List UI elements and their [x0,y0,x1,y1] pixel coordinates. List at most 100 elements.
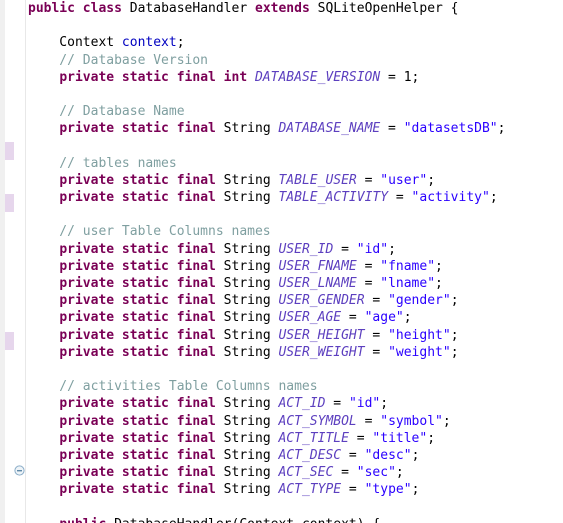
change-marker-user-columns[interactable] [5,194,14,212]
code-token-pln [28,448,59,463]
code-token-pln: = [356,172,381,188]
code-editor[interactable]: public class DatabaseHandler extends SQL… [0,0,563,523]
code-token-pln [28,431,59,446]
code-token-pln: ; [388,241,396,257]
code-token-pln: ; [427,172,436,188]
code-line[interactable]: // Database Version [28,52,563,69]
code-token-cst: ACT_ID [278,396,326,412]
code-token-pln: ; [411,482,420,498]
code-line[interactable]: private static final String USER_LNAME =… [28,275,563,292]
code-line[interactable]: // user Table Columns names [28,223,563,240]
code-token-cmt: // Database Version [28,52,209,68]
change-marker-activities-columns[interactable] [5,332,14,350]
code-line[interactable]: private static final int DATABASE_VERSIO… [28,69,563,86]
code-token-cst: USER_LNAME [278,276,357,291]
code-token-cmt: // user Table Columns names [28,224,271,240]
code-token-pln [28,396,59,411]
code-token-str: "symbol" [380,413,443,429]
code-line[interactable] [28,498,563,515]
change-marker-tables-names[interactable] [5,142,14,160]
code-token-cst: DATABASE_NAME [278,121,381,137]
code-token-pln [28,517,59,523]
minus-circle-icon[interactable] [14,461,25,476]
code-line[interactable]: private static final String USER_FNAME =… [28,258,563,275]
code-line[interactable]: private static final String USER_HEIGHT … [28,327,563,344]
code-token-kw: private static final [59,276,216,291]
code-line[interactable]: Context context; [28,34,563,51]
code-line[interactable]: public class DatabaseHandler extends SQL… [28,0,563,17]
code-token-str: "height" [388,327,451,343]
code-token-cmt: // Database Name [28,104,185,120]
code-token-pln [28,121,59,136]
code-token-pln: ; [497,121,506,137]
code-token-pln [28,345,59,360]
code-line[interactable]: private static final String ACT_SYMBOL =… [28,413,563,430]
code-line[interactable]: private static final String ACT_DESC = "… [28,447,563,464]
code-token-pln: ; [427,430,436,446]
code-token-pln: String [215,430,279,446]
code-token-pln: String [215,344,279,360]
code-line[interactable]: private static final String TABLE_ACTIVI… [28,189,563,206]
code-token-pln [28,328,59,343]
code-line[interactable]: public DatabaseHandler(Context context) … [28,516,563,523]
code-line[interactable]: private static final String ACT_TYPE = "… [28,481,563,498]
gutter-annotation-strip [0,0,5,523]
code-line[interactable]: private static final String USER_WEIGHT … [28,344,563,361]
code-token-pln: = [341,447,365,463]
code-line[interactable]: private static final String USER_AGE = "… [28,309,563,326]
code-token-pln [28,173,59,188]
code-token-cst: USER_AGE [278,310,342,326]
code-token-pln [75,1,83,16]
code-line[interactable] [28,17,563,34]
code-line[interactable] [28,138,563,155]
code-token-pln: = [356,258,381,274]
code-text-area[interactable]: public class DatabaseHandler extends SQL… [28,0,563,523]
code-line[interactable]: private static final String DATABASE_NAM… [28,120,563,137]
code-token-pln: String [215,465,279,481]
code-line[interactable]: // tables names [28,155,563,172]
code-line[interactable] [28,206,563,223]
code-token-pln: = [341,310,365,326]
code-token-cst: TABLE_ACTIVITY [278,190,389,206]
code-token-pln [28,242,59,257]
code-line[interactable]: private static final String USER_ID = "i… [28,241,563,258]
code-line[interactable]: // Database Name [28,103,563,120]
code-token-kw: private static final [59,482,216,498]
code-line[interactable]: private static final String ACT_ID = "id… [28,395,563,412]
code-token-str: "desc" [364,447,412,463]
code-token-pln: ; [380,396,389,412]
code-token-cmt: // tables names [28,155,177,171]
code-token-pln: DatabaseHandler(Context context) { [106,517,380,523]
code-token-kw: public [59,517,106,523]
code-line[interactable]: private static final String TABLE_USER =… [28,172,563,189]
code-line[interactable]: private static final String ACT_TITLE = … [28,430,563,447]
code-token-cst: ACT_TITLE [278,430,349,446]
code-line[interactable]: // activities Table Columns names [28,378,563,395]
code-token-kw: private static final [59,413,216,429]
code-token-kw: public [28,1,75,16]
code-token-pln: DatabaseHandler [121,1,255,16]
editor-gutter[interactable] [0,0,26,523]
code-token-str: "fname" [380,258,436,274]
code-token-pln: ; [489,190,498,206]
code-token-pln [28,276,59,291]
code-line[interactable] [28,86,563,103]
code-token-kw: private static final int [59,69,248,85]
code-token-pln: String [215,482,279,498]
code-token-str: "id" [356,241,389,257]
code-line[interactable]: private static final String ACT_SEC = "s… [28,464,563,481]
code-token-cst: TABLE_USER [278,172,357,188]
code-token-pln: String [215,190,279,206]
code-token-str: "age" [364,310,404,326]
code-line[interactable] [28,361,563,378]
code-token-pln: String [215,413,279,429]
code-token-pln: = [356,413,381,429]
code-token-pln: ; [450,293,459,309]
code-line[interactable]: private static final String USER_GENDER … [28,292,563,309]
code-token-pln: = [333,241,357,257]
code-token-pln: = [364,327,389,343]
code-token-pln: String [215,447,279,463]
code-token-pln: String [215,258,279,274]
code-token-cmt: // activities Table Columns names [28,379,318,395]
code-token-str: "user" [380,172,428,188]
